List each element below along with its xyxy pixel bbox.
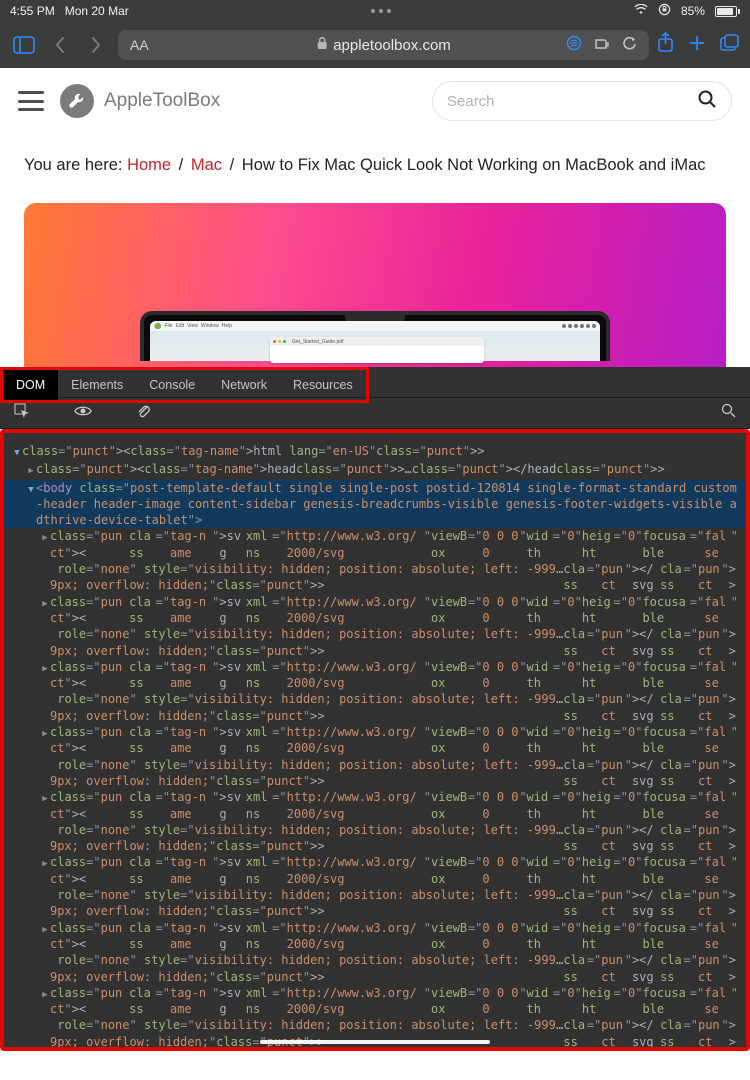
- breadcrumb: You are here: Home / Mac / How to Fix Ma…: [24, 156, 726, 175]
- breadcrumb-prefix: You are here:: [24, 156, 127, 174]
- search-tree-icon[interactable]: [721, 403, 736, 423]
- status-date: Mon 20 Mar: [65, 4, 129, 18]
- reader-icon[interactable]: AA: [130, 37, 149, 53]
- tab-dom[interactable]: DOM: [3, 370, 58, 400]
- tab-network[interactable]: Network: [208, 370, 280, 400]
- sidebar-toggle-icon[interactable]: [10, 31, 38, 59]
- home-indicator[interactable]: [260, 1040, 490, 1044]
- reload-icon[interactable]: [622, 36, 637, 55]
- tabs-icon[interactable]: [720, 33, 740, 57]
- battery-icon: [715, 6, 740, 17]
- browser-chrome: AA appletoolbox.com: [0, 22, 750, 68]
- attach-icon[interactable]: [136, 403, 150, 423]
- search-box[interactable]: [432, 81, 732, 121]
- multitask-dots[interactable]: [371, 9, 391, 13]
- status-bar: 4:55 PM Mon 20 Mar 85%: [0, 0, 750, 22]
- devtools-panel: DOM Elements Console Network Resources c…: [0, 367, 750, 1051]
- wifi-icon: [634, 4, 648, 18]
- tab-console[interactable]: Console: [136, 370, 208, 400]
- forward-button[interactable]: [82, 31, 110, 59]
- tab-elements[interactable]: Elements: [58, 370, 136, 400]
- page-content: You are here: Home / Mac / How to Fix Ma…: [0, 134, 750, 367]
- eye-icon[interactable]: [74, 404, 92, 422]
- privacy-report-icon[interactable]: [566, 35, 582, 55]
- breadcrumb-home[interactable]: Home: [127, 156, 171, 174]
- devtools-tabs: DOM Elements Console Network Resources: [3, 370, 366, 400]
- search-icon[interactable]: [697, 89, 717, 114]
- battery-percent: 85%: [681, 4, 705, 18]
- tab-resources[interactable]: Resources: [280, 370, 366, 400]
- new-tab-icon[interactable]: [688, 34, 706, 57]
- hero-image: 🟢 FileEditViewWindowHelp Get_Started_Gui…: [24, 203, 726, 367]
- breadcrumb-mac[interactable]: Mac: [191, 156, 222, 174]
- brand-text: AppleToolBox: [104, 90, 220, 112]
- orientation-lock-icon: [658, 3, 671, 19]
- back-button[interactable]: [46, 31, 74, 59]
- url-text: appletoolbox.com: [333, 37, 451, 54]
- breadcrumb-title: How to Fix Mac Quick Look Not Working on…: [242, 156, 706, 174]
- share-icon[interactable]: [657, 32, 674, 58]
- status-time: 4:55 PM: [10, 4, 55, 18]
- extensions-icon[interactable]: [594, 36, 610, 55]
- lock-icon: [316, 37, 327, 54]
- search-input[interactable]: [447, 93, 697, 110]
- dom-tree[interactable]: class="punct"><class="tag-name">html lan…: [4, 433, 746, 1047]
- inspect-icon[interactable]: [14, 403, 30, 424]
- site-header: AppleToolBox: [0, 68, 750, 134]
- wrench-icon: [60, 84, 94, 118]
- site-logo[interactable]: AppleToolBox: [60, 84, 220, 118]
- laptop-illustration: 🟢 FileEditViewWindowHelp Get_Started_Gui…: [140, 311, 610, 367]
- url-bar[interactable]: AA appletoolbox.com: [118, 30, 649, 60]
- menu-button[interactable]: [18, 91, 44, 111]
